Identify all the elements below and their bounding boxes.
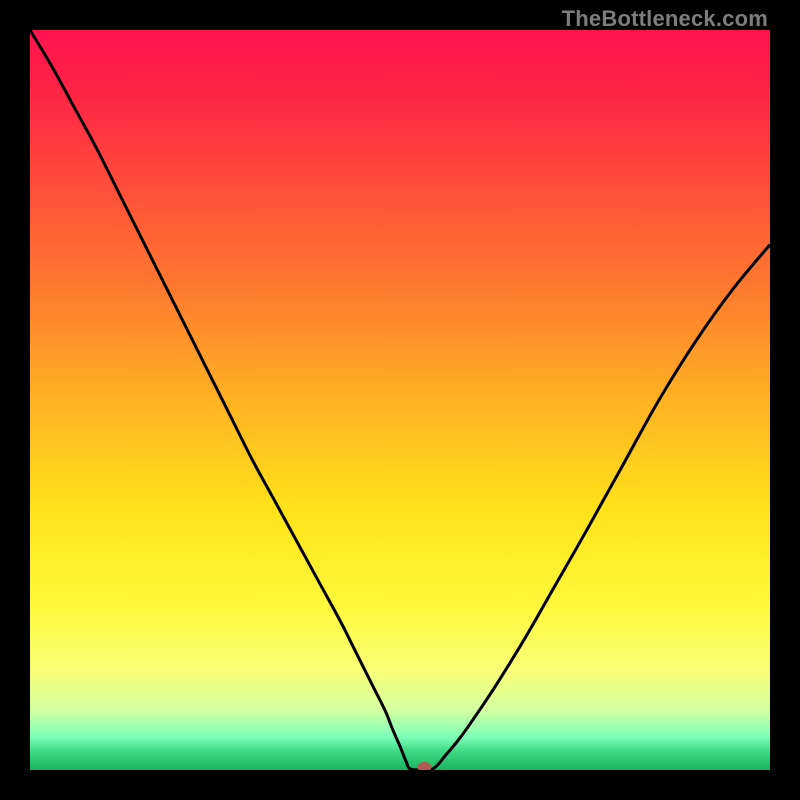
chart-frame: TheBottleneck.com [0, 0, 800, 800]
plot-area [30, 30, 770, 770]
watermark-text: TheBottleneck.com [562, 6, 768, 32]
chart-svg [30, 30, 770, 770]
